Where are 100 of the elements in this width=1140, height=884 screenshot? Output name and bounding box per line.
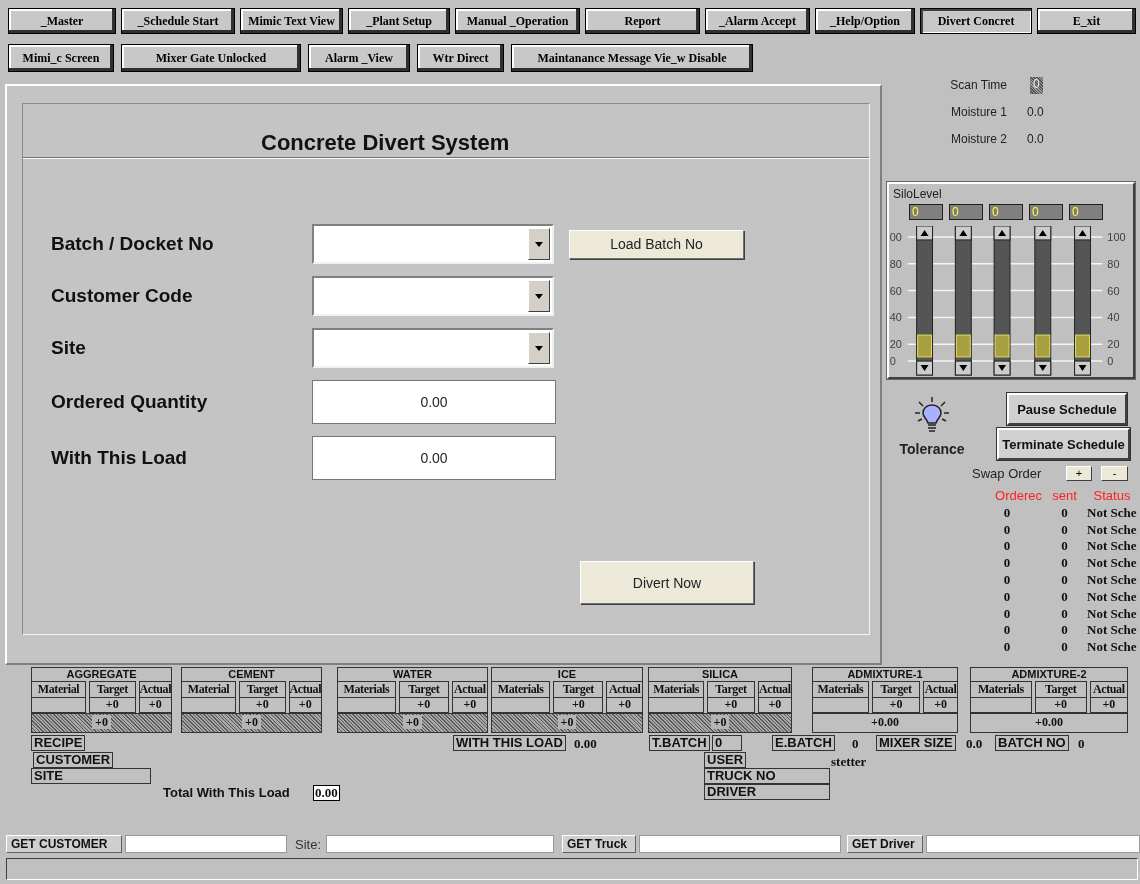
total-bar: +0.00 — [812, 713, 958, 733]
t-batch-label: T.BATCH — [649, 735, 710, 751]
swap-button[interactable]: - — [1101, 466, 1128, 481]
form-title: Concrete Divert System — [261, 130, 510, 156]
panel-title: SiloLevel — [893, 187, 943, 201]
column-header: Materials — [812, 681, 869, 698]
field-label: Batch / Docket No — [51, 233, 215, 255]
toolbar-button[interactable]: Divert Concret — [920, 8, 1032, 34]
table-cell-text: 0 — [1002, 538, 1012, 556]
toolbar-button[interactable]: Maintanance Message Vie_w Disable — [511, 44, 753, 72]
load-batch-button[interactable]: Load Batch No — [569, 229, 744, 259]
reading-label: Moisture 2 — [949, 131, 1008, 148]
toolbar-button[interactable]: Mimic Text View — [240, 8, 343, 34]
toolbar-button[interactable]: _Master — [8, 8, 116, 34]
scale-label: 0 — [889, 355, 896, 368]
column-header: Target — [707, 681, 755, 698]
total-label: Total With This Load — [163, 785, 290, 800]
table-cell: Not Sche — [1087, 521, 1137, 539]
total-bar: +0 — [337, 713, 488, 733]
batch-no-value: 0 — [1078, 736, 1085, 752]
column-header: Actual — [923, 681, 958, 698]
schedule-button[interactable]: Pause Schedule — [1007, 393, 1127, 425]
scale-label: 40 — [889, 311, 902, 324]
toolbar-button[interactable]: _Help/Option — [815, 8, 915, 34]
toolbar-button[interactable]: Mixer Gate Unlocked — [121, 44, 301, 72]
toolbar-button[interactable]: _Schedule Start — [121, 8, 235, 34]
table-cell: Not Sche — [1087, 555, 1137, 572]
table-cell: Not Sche — [1087, 504, 1137, 522]
reading-label: Moisture 1 — [949, 104, 1008, 121]
toolbar-button[interactable]: Report — [585, 8, 700, 34]
t-batch-value: 0 — [712, 735, 742, 751]
toolbar-button[interactable]: Mimi_c Screen — [8, 44, 114, 72]
column-header: Material — [31, 681, 86, 698]
table-cell-text: 0 — [1060, 504, 1069, 522]
scale-label: 20 — [889, 338, 902, 351]
user-value: stetter — [831, 754, 867, 770]
site-field[interactable] — [326, 835, 554, 853]
swap-order-label: Swap Order — [972, 466, 1043, 481]
total-bar: +0.00 — [970, 713, 1128, 733]
customer-label: CUSTOMER — [33, 752, 114, 768]
schedule-button[interactable]: Terminate Schedule — [997, 428, 1130, 460]
toolbar-button[interactable]: _Alarm Accept — [705, 8, 810, 34]
dropdown-field[interactable] — [312, 328, 554, 368]
get-customer-button[interactable]: GET CUSTOMER — [6, 835, 122, 853]
silo-level-slider[interactable] — [993, 226, 1011, 376]
toolbar-button[interactable]: Alarm _View — [308, 44, 410, 72]
reading-label: Scan Time — [949, 77, 1008, 94]
table-cell-text: 0 — [1060, 555, 1069, 572]
material-group-title: ADMIXTURE-2 — [970, 667, 1128, 681]
caret-icon — [535, 345, 543, 351]
field-label: Site — [51, 337, 87, 359]
toolbar-button[interactable]: Manual _Operation — [455, 8, 580, 34]
column-header: Target — [553, 681, 604, 698]
mixer-size-label: MIXER SIZE — [876, 735, 956, 751]
get-truck-button[interactable]: GET Truck — [562, 835, 636, 853]
scale-label: 20 — [1107, 338, 1120, 351]
number-field[interactable]: 0.00 — [312, 436, 556, 480]
driver-field[interactable] — [926, 835, 1140, 853]
silo-level-slider[interactable] — [1034, 226, 1052, 376]
mixer-size-value: 0.0 — [966, 736, 983, 752]
column-header: Actual — [606, 681, 643, 698]
table-cell-text: 0 — [1002, 521, 1012, 539]
get-driver-button[interactable]: GET Driver — [847, 835, 923, 853]
total-value: 0.00 — [313, 785, 340, 801]
column-header: Actual — [451, 681, 488, 698]
material-group-title: WATER — [337, 667, 488, 681]
divert-now-button[interactable]: Divert Now — [580, 561, 754, 604]
silo-level-slider[interactable] — [1074, 226, 1091, 376]
scale-label: 60 — [889, 284, 902, 297]
column-header: Materials — [970, 681, 1032, 698]
dropdown-field[interactable] — [312, 276, 554, 316]
table-cell-text: 0 — [1002, 572, 1012, 589]
table-cell-text: 0 — [1060, 622, 1069, 640]
table-cell-text: 0 — [1060, 521, 1069, 539]
table-cell-text: 0 — [1002, 622, 1012, 640]
silo-reading: 0 — [1069, 204, 1103, 220]
silo-level-slider[interactable] — [954, 226, 972, 376]
column-header: Materials — [648, 681, 705, 698]
caret-icon — [535, 241, 543, 247]
material-group-title: ADMIXTURE-1 — [812, 667, 958, 681]
reading-value: 0 — [1030, 77, 1043, 94]
swap-button[interactable]: + — [1065, 466, 1093, 481]
dropdown-field[interactable] — [312, 224, 554, 264]
site-label: Site: — [295, 836, 321, 852]
toolbar-button[interactable]: _Plant Setup — [348, 8, 450, 34]
scale-label: 60 — [1107, 284, 1120, 297]
toolbar-button[interactable]: Wtr Direct — [417, 44, 504, 72]
silo-reading: 0 — [1029, 204, 1063, 220]
column-header: Actual — [288, 681, 322, 698]
table-cell-text: 0 — [1060, 588, 1069, 606]
silo-reading: 0 — [989, 204, 1023, 220]
column-header: Target — [1034, 681, 1087, 698]
silo-level-slider[interactable] — [916, 226, 933, 376]
tolerance-label: Tolerance — [899, 441, 965, 457]
toolbar-button[interactable]: E_xit — [1037, 8, 1136, 34]
field-label: Customer Code — [51, 285, 194, 307]
number-field[interactable]: 0.00 — [312, 380, 556, 424]
silo-reading: 0 — [909, 204, 943, 220]
customer-field[interactable] — [125, 835, 287, 853]
truck-field[interactable] — [639, 835, 841, 853]
